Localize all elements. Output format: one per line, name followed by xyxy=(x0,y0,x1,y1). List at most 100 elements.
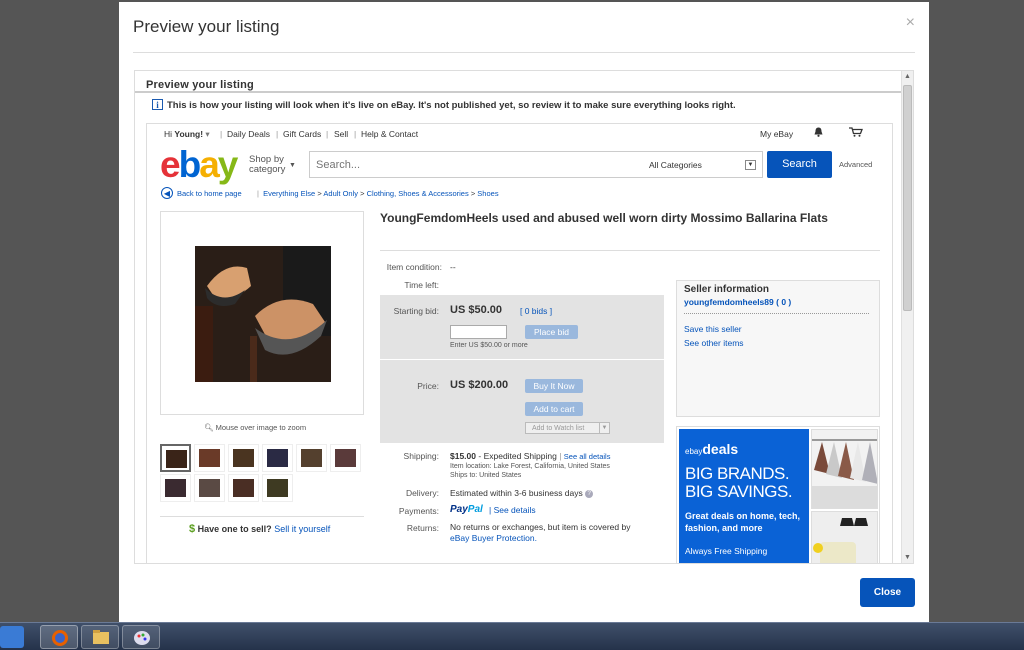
thumbnail[interactable] xyxy=(160,444,191,472)
modal-title: Preview your listing xyxy=(133,17,280,36)
ad-logo-deals: deals xyxy=(702,441,739,457)
buyer-protection-link[interactable]: eBay Buyer Protection. xyxy=(450,533,537,543)
back-home-link[interactable]: Back to home page xyxy=(177,189,242,198)
topbar-sep: | xyxy=(276,129,279,139)
payments-label: Payments: xyxy=(398,506,439,516)
link-gift-cards[interactable]: Gift Cards xyxy=(283,129,321,139)
payment-details-link[interactable]: | See details xyxy=(489,505,536,515)
bell-icon[interactable] xyxy=(813,127,824,137)
sell-prompt: $ Have one to sell? Sell it yourself xyxy=(189,523,330,535)
price-value: US $200.00 xyxy=(450,379,509,391)
breadcrumb-item[interactable]: Everything Else xyxy=(263,189,315,198)
thumbnail[interactable] xyxy=(228,444,259,472)
shop-by-category[interactable]: Shop by category xyxy=(249,155,285,175)
zoom-hint-text: Mouse over image to zoom xyxy=(215,423,307,432)
link-sell[interactable]: Sell xyxy=(334,129,348,139)
deals-ad[interactable]: ebaydeals BIG BRANDS. BIG SAVINGS. Great… xyxy=(676,426,880,563)
link-my-ebay[interactable]: My eBay xyxy=(760,129,793,139)
greeting-user[interactable]: Young! xyxy=(174,129,203,139)
thumbnail[interactable] xyxy=(330,444,361,472)
thumbnail[interactable] xyxy=(228,474,259,502)
search-box xyxy=(309,151,640,178)
thumbnail[interactable] xyxy=(160,474,191,502)
category-select[interactable]: All Categories ▼ xyxy=(639,151,763,178)
chevron-down-icon[interactable]: ▾ xyxy=(205,129,209,139)
greeting: Hi Young! ▾ xyxy=(164,129,210,140)
breadcrumb-arrow: > xyxy=(360,189,365,198)
media-player-icon[interactable] xyxy=(0,626,24,648)
ad-logo: ebaydeals xyxy=(685,441,738,457)
chevron-down-icon[interactable]: ▼ xyxy=(599,423,609,433)
seller-feedback[interactable]: ( 0 ) xyxy=(776,297,791,307)
close-button[interactable]: Close xyxy=(860,578,915,607)
link-daily-deals[interactable]: Daily Deals xyxy=(227,129,270,139)
add-to-cart-button[interactable]: Add to cart xyxy=(525,402,583,416)
main-product-image[interactable] xyxy=(195,246,331,382)
firefox-icon[interactable] xyxy=(40,625,78,649)
greeting-hi: Hi xyxy=(164,129,173,139)
breadcrumb-item[interactable]: Adult Only xyxy=(323,189,358,198)
link-help-contact[interactable]: Help & Contact xyxy=(361,129,418,139)
title-divider xyxy=(380,250,880,251)
ad-banner: ebaydeals BIG BRANDS. BIG SAVINGS. Great… xyxy=(679,429,809,563)
preview-scrollbar[interactable]: ▲ ▼ xyxy=(901,71,913,563)
scroll-down-icon[interactable]: ▼ xyxy=(902,552,913,563)
dollar-icon: $ xyxy=(189,523,196,535)
returns-text: No returns or exchanges, but item is cov… xyxy=(450,522,631,532)
modal-divider xyxy=(133,52,915,53)
seller-divider xyxy=(684,313,869,314)
paypal-logo-part: Pay xyxy=(450,504,468,515)
starting-bid-value: US $50.00 xyxy=(450,304,502,316)
bids-link[interactable]: [ 0 bids ] xyxy=(520,306,552,316)
starting-bid-label: Starting bid: xyxy=(393,306,439,316)
chevron-down-icon[interactable]: ▼ xyxy=(289,162,296,169)
place-bid-button[interactable]: Place bid xyxy=(525,325,578,339)
shipping-value: $15.00 - Expedited Shipping | See all de… xyxy=(450,451,611,461)
thumbnail[interactable] xyxy=(296,444,327,472)
breadcrumb-item[interactable]: Clothing, Shoes & Accessories xyxy=(367,189,469,198)
price-label: Price: xyxy=(417,381,439,391)
add-to-watch-list-button[interactable]: Add to Watch list ▼ xyxy=(525,422,610,434)
close-icon[interactable]: × xyxy=(906,14,915,32)
cart-icon[interactable] xyxy=(849,127,863,137)
logo-letter: y xyxy=(217,144,239,185)
breadcrumb-item[interactable]: Shoes xyxy=(477,189,498,198)
scrollbar-thumb[interactable] xyxy=(903,85,912,311)
file-explorer-icon[interactable] xyxy=(81,625,119,649)
seller-info-box: Seller information youngfemdomheels89 ( … xyxy=(676,280,880,417)
buy-it-now-button[interactable]: Buy It Now xyxy=(525,379,583,393)
ad-logo-ebay: ebay xyxy=(685,447,703,456)
breadcrumb-arrow: > xyxy=(317,189,322,198)
thumbnail[interactable] xyxy=(262,474,293,502)
chevron-down-icon[interactable]: ▼ xyxy=(745,160,756,170)
search-input[interactable] xyxy=(310,152,640,177)
ad-headline-1: BIG BRANDS. xyxy=(685,464,790,483)
breadcrumb-sep: | xyxy=(257,189,259,198)
seller-name-link[interactable]: youngfemdomheels89 xyxy=(684,297,774,307)
sell-prompt-text: Have one to sell? xyxy=(197,524,272,534)
preview-frame[interactable]: Preview your listing i This is how your … xyxy=(134,70,914,564)
shipping-type: - Expedited Shipping xyxy=(478,451,557,461)
thumbnail[interactable] xyxy=(194,474,225,502)
paint-icon[interactable] xyxy=(122,625,160,649)
shipping-label: Shipping: xyxy=(403,451,439,461)
advanced-link[interactable]: Advanced xyxy=(839,160,872,169)
shipping-cost: $15.00 xyxy=(450,451,476,461)
scroll-up-icon[interactable]: ▲ xyxy=(902,71,913,83)
thumbnail[interactable] xyxy=(194,444,225,472)
bid-amount-input[interactable] xyxy=(450,325,507,339)
thumbnail[interactable] xyxy=(262,444,293,472)
breadcrumb: | Everything Else > Adult Only > Clothin… xyxy=(257,189,499,198)
save-seller-link[interactable]: Save this seller xyxy=(684,324,742,334)
top-bar: Hi Young! ▾ | Daily Deals | Gift Cards |… xyxy=(147,124,892,142)
ebay-logo[interactable]: ebay xyxy=(160,144,239,186)
back-arrow-icon[interactable]: ◀ xyxy=(161,187,173,199)
condition-label: Item condition: xyxy=(386,262,442,272)
see-other-items-link[interactable]: See other items xyxy=(684,338,744,348)
see-all-details-link[interactable]: See all details xyxy=(564,452,611,461)
search-button[interactable]: Search xyxy=(767,151,832,178)
help-icon[interactable]: ? xyxy=(585,489,594,498)
sell-it-yourself-link[interactable]: Sell it yourself xyxy=(274,524,330,534)
breadcrumb-arrow: > xyxy=(470,189,476,198)
delivery-label: Delivery: xyxy=(405,488,439,498)
